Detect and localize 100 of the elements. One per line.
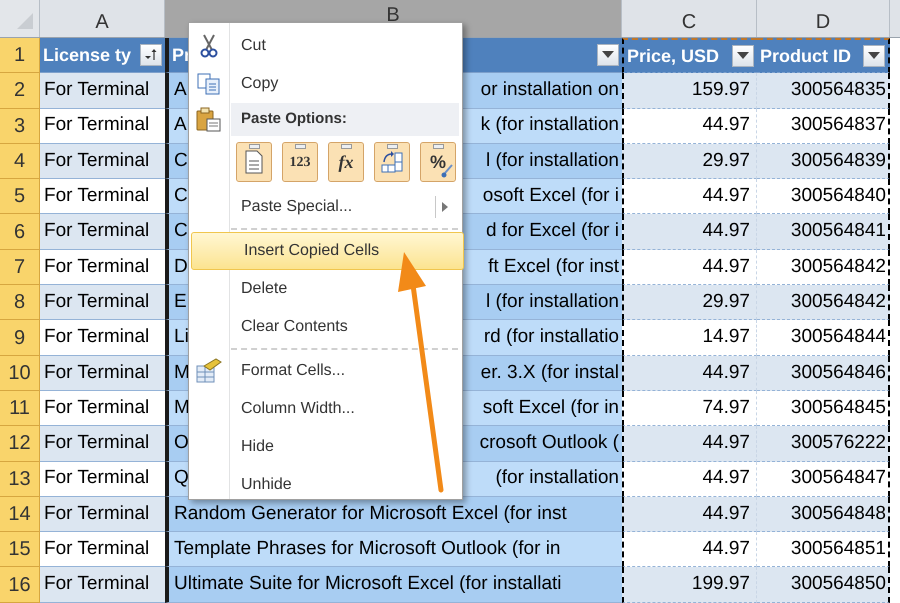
cell-text: crosoft Outlook ( xyxy=(480,431,619,456)
dropdown-caret-icon xyxy=(737,52,749,60)
menu-item[interactable]: Hide xyxy=(189,428,462,466)
cell-text: (for installation xyxy=(495,466,619,490)
column-title: Pr xyxy=(172,44,192,67)
cell-text: osoft Excel (for i xyxy=(482,184,619,208)
table-cell: 44.97 xyxy=(622,214,757,250)
table-cell: 44.97 xyxy=(622,532,757,568)
menu-item[interactable]: Clear Contents xyxy=(189,308,462,346)
row-number: 6 xyxy=(0,214,40,250)
menu-item[interactable]: Delete xyxy=(189,270,462,308)
cell-text: or installation on xyxy=(480,78,619,102)
row-number: 10 xyxy=(0,356,40,391)
sort-filter-icon xyxy=(144,48,158,62)
table-cell: 300564842 xyxy=(757,285,890,320)
table-cell: 300564842 xyxy=(757,250,890,286)
table-cell: For Terminal xyxy=(40,108,165,144)
paste-option-button[interactable]: 123 xyxy=(282,142,318,182)
cell-text: D xyxy=(174,254,188,279)
table-cell: 44.97 xyxy=(622,250,757,286)
menu-item[interactable]: Column Width... xyxy=(189,390,462,428)
row-number: 12 xyxy=(0,426,40,462)
table-cell: For Terminal xyxy=(40,73,165,109)
table-cell: Ultimate Suite for Microsoft Excel (for installati xyxy=(165,567,622,603)
table-cell: 44.97 xyxy=(622,356,757,391)
paste-option-button[interactable]: % xyxy=(420,142,456,182)
cell-text: O xyxy=(174,431,189,456)
cell-text: C xyxy=(174,148,188,173)
corner-triangle-icon xyxy=(17,13,33,29)
table-cell: 300564845 xyxy=(757,390,890,426)
table-cell: For Terminal xyxy=(40,285,165,320)
table-cell: 300564841 xyxy=(757,214,890,250)
table-cell: Random Generator for Microsoft Excel (for inst xyxy=(165,496,622,532)
menu-item[interactable]: Format Cells... xyxy=(189,352,462,390)
table-cell: 300564844 xyxy=(757,320,890,356)
table-cell: 300564839 xyxy=(757,144,890,180)
row-number: 2 xyxy=(0,73,40,109)
menu-item[interactable]: Paste Special... xyxy=(189,188,462,226)
table-cell: 300564840 xyxy=(757,179,890,214)
row-number: 16 xyxy=(0,567,40,603)
column-title: Product ID xyxy=(760,44,852,68)
cell-text: Q xyxy=(174,466,189,490)
dropdown-caret-icon xyxy=(602,51,614,60)
row-number: 11 xyxy=(0,390,40,426)
cell-text: l (for installation xyxy=(486,290,619,314)
column-header[interactable]: A xyxy=(40,0,165,37)
table-cell: For Terminal xyxy=(40,214,165,250)
table-cell: 300564848 xyxy=(757,496,890,532)
column-title: License ty xyxy=(43,44,132,67)
paste-option-button[interactable] xyxy=(236,142,272,182)
row-number: 5 xyxy=(0,179,40,214)
transpose-icon xyxy=(380,149,404,175)
cell-text: Li xyxy=(174,325,189,350)
cell-text: er. 3.X (for instal xyxy=(480,360,619,385)
paste-option-button[interactable] xyxy=(374,142,410,182)
column-header[interactable]: D xyxy=(757,0,890,37)
filter-button[interactable] xyxy=(732,45,754,68)
cell-text: A xyxy=(174,113,187,138)
table-cell: 300564837 xyxy=(757,108,890,144)
format-cells-icon xyxy=(196,358,222,384)
table-cell: 29.97 xyxy=(622,285,757,320)
table-cell: 74.97 xyxy=(622,390,757,426)
table-cell: 44.97 xyxy=(622,426,757,462)
row-number: 7 xyxy=(0,250,40,286)
clipboard-icon xyxy=(196,106,222,132)
menu-item[interactable]: Insert Copied Cells xyxy=(191,232,464,270)
cell-text: E xyxy=(174,290,187,314)
paste-option-button[interactable]: fx xyxy=(328,142,364,182)
copy-icon xyxy=(197,73,221,95)
cell-text: soft Excel (for in xyxy=(482,396,619,420)
table-cell: 300576222 xyxy=(757,426,890,462)
cell-text: rd (for installatio xyxy=(484,325,619,350)
document-icon xyxy=(245,150,263,174)
table-cell: 300564851 xyxy=(757,532,890,568)
table-cell: For Terminal xyxy=(40,462,165,497)
table-cell: 300564846 xyxy=(757,356,890,391)
filter-button[interactable] xyxy=(863,45,885,68)
dropdown-caret-icon xyxy=(868,52,880,60)
row-number: 4 xyxy=(0,144,40,180)
cell-text: A xyxy=(174,78,187,102)
table-cell: For Terminal xyxy=(40,144,165,180)
filter-button[interactable] xyxy=(140,44,162,66)
table-cell: 159.97 xyxy=(622,73,757,109)
row-number: 8 xyxy=(0,285,40,320)
table-cell: For Terminal xyxy=(40,496,165,532)
table-cell: 300564850 xyxy=(757,567,890,603)
table-cell: For Terminal xyxy=(40,426,165,462)
filter-button[interactable] xyxy=(597,44,619,66)
cell-text: ft Excel (for inst xyxy=(488,254,619,279)
table-cell: 14.97 xyxy=(622,320,757,356)
table-cell: 300564847 xyxy=(757,462,890,497)
scissors-icon xyxy=(200,34,218,58)
section-header: Paste Options: xyxy=(231,103,459,136)
cell-text: k (for installation xyxy=(480,113,619,138)
table-cell: 44.97 xyxy=(622,179,757,214)
table-cell: 44.97 xyxy=(622,496,757,532)
column-header[interactable]: C xyxy=(622,0,757,37)
row-number: 9 xyxy=(0,320,40,356)
menu-item[interactable]: Copy xyxy=(189,65,462,103)
cell-text: l (for installation xyxy=(486,148,619,173)
